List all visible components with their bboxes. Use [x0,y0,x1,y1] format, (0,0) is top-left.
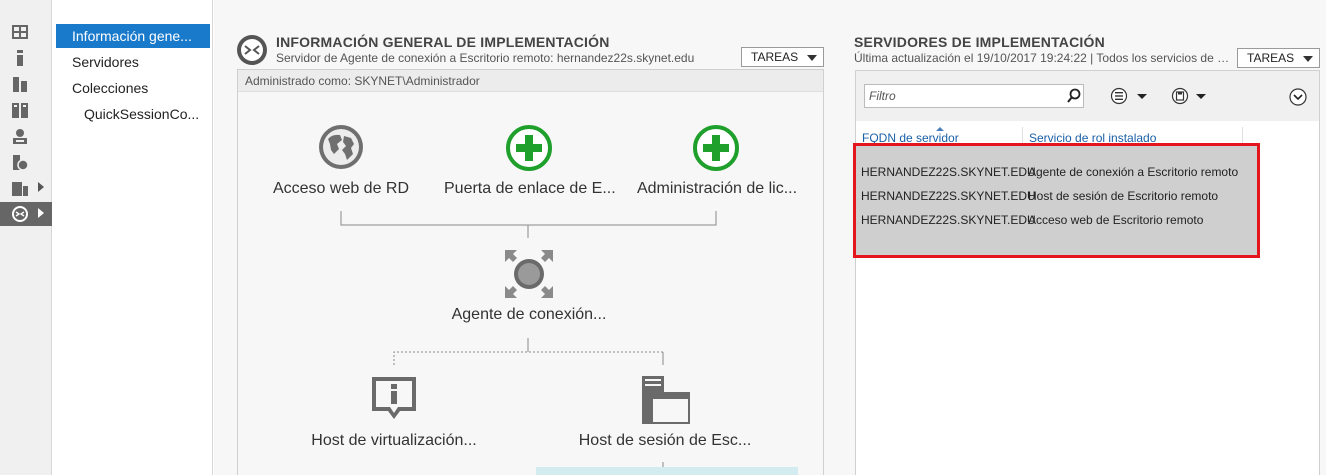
node-virtualization-label[interactable]: Host de virtualización... [307,432,481,450]
rail-item-ad-ds[interactable] [0,124,52,148]
nav-item-overview[interactable]: Información gene... [56,24,210,48]
servers-title: SERVIDORES DE IMPLEMENTACIÓN [854,34,1105,50]
remote-desktop-services-icon [12,206,28,222]
chevron-down-icon [807,55,817,61]
add-gateway-icon[interactable] [506,125,552,171]
overview-tasks-button[interactable]: TAREAS [741,47,824,67]
expand-arrow-icon[interactable] [38,182,44,192]
tasks-label: TAREAS [1247,51,1295,65]
connection-broker-icon[interactable] [505,250,553,298]
rail-item-dashboard[interactable] [0,20,52,44]
local-server-icon [17,50,23,66]
highlight-annotation-box [853,143,1260,258]
save-query-button[interactable] [1171,87,1211,105]
filter-input[interactable]: Filtro [864,84,1084,108]
list-options-button[interactable] [1110,87,1150,105]
chevron-down-icon [1303,56,1313,62]
rail-item-local-server[interactable] [0,46,52,70]
search-icon[interactable] [1066,88,1082,104]
tasks-label: TAREAS [751,50,799,64]
rail-item-all-servers[interactable] [0,72,52,96]
admin-info: Administrado como: SKYNET\Administrador [238,70,823,92]
collapse-icon[interactable] [1289,88,1307,106]
globe-icon[interactable] [318,124,364,170]
overview-title: INFORMACIÓN GENERAL DE IMPLEMENTACIÓN [276,34,610,50]
nav-item-servers[interactable]: Servidores [56,50,210,74]
servers-subtitle: Última actualización el 19/10/2017 19:24… [854,51,1232,65]
node-licensing-label[interactable]: Administración de lic... [632,180,802,198]
node-broker-label[interactable]: Agente de conexión... [448,306,610,324]
rail-item-file-storage[interactable] [0,98,52,122]
rail-item-dns[interactable] [0,150,52,174]
rail-item-remote-desktop-services[interactable] [0,202,52,226]
nav-item-collections[interactable]: Colecciones [56,76,210,100]
node-web-access-label[interactable]: Acceso web de RD [268,180,414,198]
file-storage-icon [12,103,28,118]
session-host-icon[interactable] [640,375,690,425]
dns-icon [13,155,29,171]
virtualization-host-icon[interactable] [370,375,418,423]
selection-highlight [536,467,798,475]
servers-tasks-button[interactable]: TAREAS [1237,48,1320,68]
add-licensing-icon[interactable] [693,125,739,171]
dashboard-icon [12,25,28,39]
navigation-pane: Información gene... Servidores Coleccion… [55,0,213,475]
node-gateway-label[interactable]: Puerta de enlace de E... [444,180,616,198]
rail-item-file-services[interactable] [0,176,52,200]
overview-subtitle: Servidor de Agente de conexión a Escrito… [276,51,695,65]
nav-item-quicksession-collection[interactable]: QuickSessionCo... [56,102,210,126]
expand-arrow-icon[interactable] [38,208,44,218]
node-session-host-label[interactable]: Host de sesión de Esc... [576,432,754,450]
remote-desktop-services-icon [237,35,267,65]
left-icon-rail [0,0,52,475]
all-servers-icon [13,77,27,92]
file-services-icon [12,182,28,196]
ad-ds-icon [13,129,27,144]
